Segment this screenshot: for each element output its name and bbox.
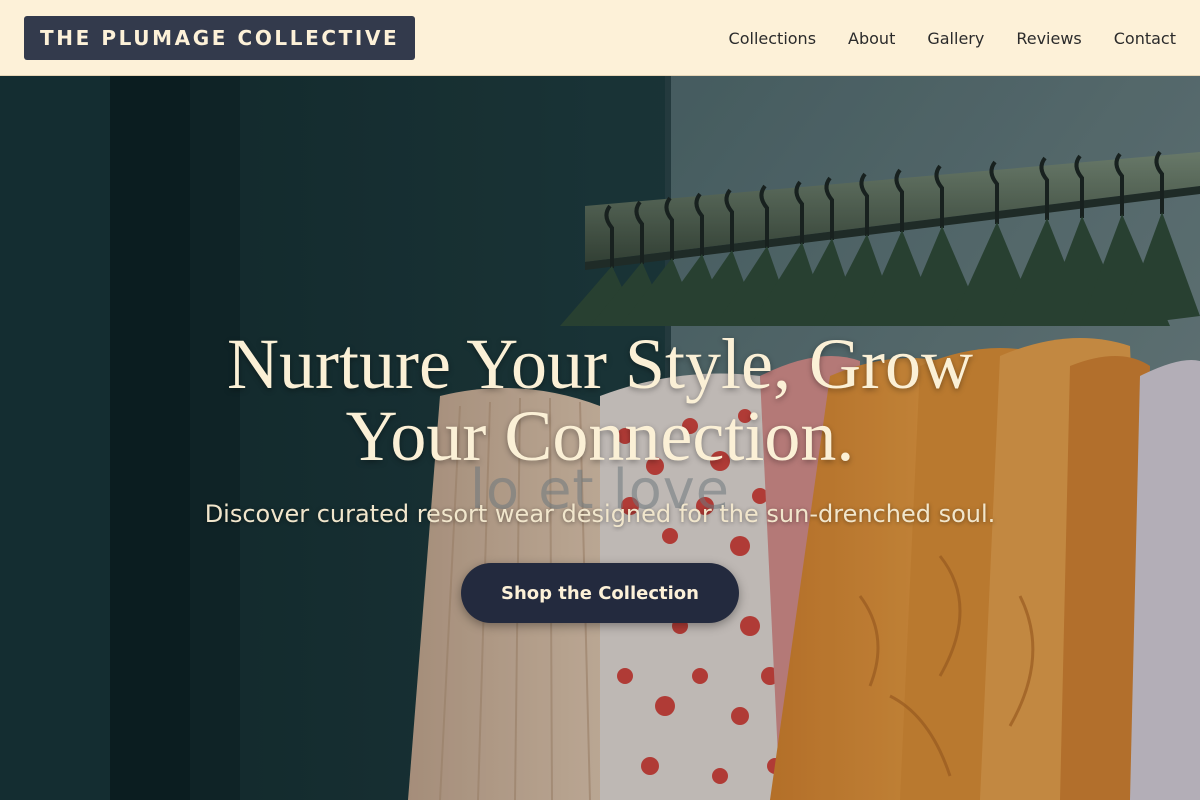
brand-logo[interactable]: THE PLUMAGE COLLECTIVE xyxy=(24,16,416,60)
nav-link-reviews[interactable]: Reviews xyxy=(1016,29,1081,48)
nav-link-gallery[interactable]: Gallery xyxy=(927,29,984,48)
hero-subheadline: Discover curated resort wear designed fo… xyxy=(204,500,996,528)
main-nav: Collections About Gallery Reviews Contac… xyxy=(729,0,1176,76)
hero-section: lo et love Nurture Your Style, Grow Your… xyxy=(0,76,1200,800)
nav-link-contact[interactable]: Contact xyxy=(1114,29,1176,48)
hero-headline: Nurture Your Style, Grow Your Connection… xyxy=(227,324,973,476)
shop-collection-button[interactable]: Shop the Collection xyxy=(461,563,739,623)
nav-link-about[interactable]: About xyxy=(848,29,895,48)
site-header: THE PLUMAGE COLLECTIVE Collections About… xyxy=(0,0,1200,76)
nav-link-collections[interactable]: Collections xyxy=(729,29,816,48)
